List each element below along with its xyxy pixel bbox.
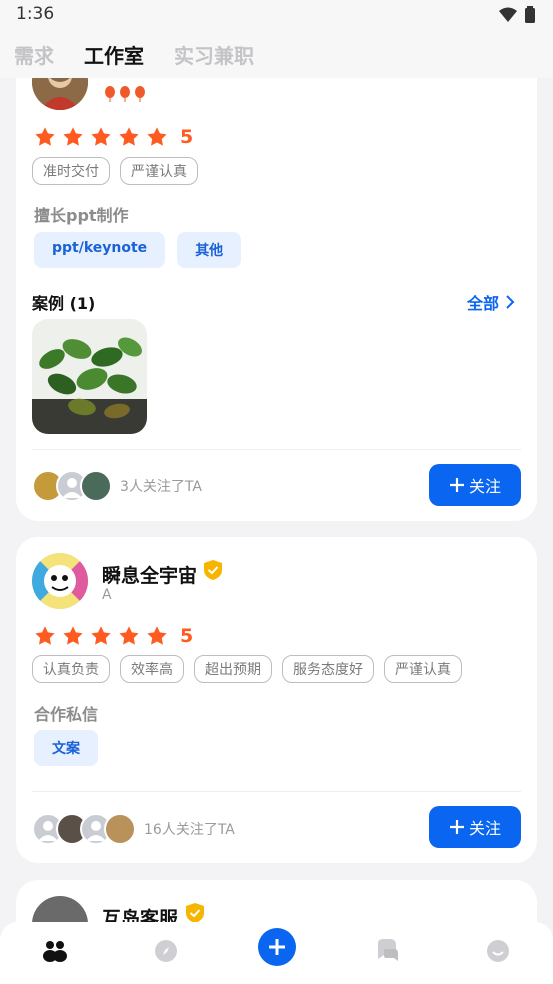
divider [32,791,521,792]
avatar[interactable] [32,553,88,609]
studio-subtitle: A [102,587,112,603]
people-icon [43,941,67,962]
cases-title: 案例 (1) [32,294,96,313]
rating-score: 5 [180,126,194,148]
case-thumbnail[interactable] [32,319,147,434]
chat-bubbles-icon [378,939,398,961]
tab-internship[interactable]: 实习兼职 [174,40,254,69]
tab-demand[interactable]: 需求 [14,40,54,69]
follow-label: 关注 [468,819,501,838]
rating-stars: 5 [34,126,193,148]
follow-label: 关注 [468,477,501,496]
verified-badge-icon [186,903,204,923]
skill-title: 合作私信 [34,705,99,724]
skill-chip[interactable]: ppt/keynote [34,232,166,268]
skill-list: 文案 [34,730,98,766]
follower-summary[interactable]: 3人关注了TA [32,470,202,502]
chevron-right-icon [506,295,515,309]
verified-badge-icon [204,560,222,580]
status-icons [499,6,535,23]
nav-profile[interactable] [483,936,513,966]
battery-icon [525,6,535,23]
balloon-icon [135,86,145,102]
all-cases-link[interactable]: 全部 [467,290,515,314]
bottom-nav [0,922,553,984]
follower-avatar [80,470,112,502]
star-icon [147,626,167,645]
tag: 效率高 [120,655,184,683]
status-time: 1:36 [16,4,55,24]
star-icon [91,626,111,645]
balloon-icons [104,86,146,102]
divider [32,449,521,450]
star-icon [119,127,139,146]
studio-card-2[interactable]: 瞬息全宇宙 A 5 认真负责 效率高 超出预期 服务态度好 严谨认真 合作私信 … [16,537,537,863]
rating-score: 5 [180,625,194,647]
all-cases-label: 全部 [466,294,499,313]
balloon-icon [105,86,115,102]
compass-icon [155,940,177,962]
follower-count: 3人关注了TA [120,479,202,495]
tag-list: 准时交付 严谨认真 [32,157,198,185]
top-tab-bar: 需求 工作室 实习兼职 [0,30,553,78]
studio-name[interactable]: 瞬息全宇宙 [102,561,197,588]
star-icon [119,626,139,645]
wifi-icon [499,7,517,22]
tab-studio[interactable]: 工作室 [84,40,144,69]
skill-title: 擅长ppt制作 [34,206,129,225]
star-icon [63,626,83,645]
follow-button[interactable]: 关注 [429,806,521,848]
skill-list: ppt/keynote 其他 [34,232,242,268]
smiley-icon [487,940,509,962]
star-icon [91,127,111,146]
balloon-icon [120,86,130,102]
follower-count: 16人关注了TA [144,822,235,838]
star-icon [35,127,55,146]
tag: 严谨认真 [384,655,462,683]
rating-stars: 5 [34,625,193,647]
tag: 严谨认真 [120,157,198,185]
star-icon [147,127,167,146]
nav-discover[interactable] [151,936,181,966]
plant-photo [32,319,147,434]
status-bar: 1:36 [0,0,553,30]
tag: 准时交付 [32,157,110,185]
plus-icon [269,939,285,955]
studio-card-1[interactable]: 5 准时交付 严谨认真 擅长ppt制作 ppt/keynote 其他 案例 (1… [16,40,537,521]
nav-add-button[interactable] [258,928,296,966]
star-icon [63,127,83,146]
nav-home[interactable] [40,936,70,966]
nav-messages[interactable] [372,936,402,966]
follow-button[interactable]: 关注 [429,464,521,506]
plus-icon [449,820,464,834]
tag: 认真负责 [32,655,110,683]
tag: 超出预期 [194,655,272,683]
tag: 服务态度好 [282,655,374,683]
tag-list: 认真负责 效率高 超出预期 服务态度好 严谨认真 [32,655,462,683]
skill-chip[interactable]: 其他 [177,232,242,268]
star-icon [35,626,55,645]
skill-chip[interactable]: 文案 [34,730,98,766]
plus-icon [449,478,464,492]
follower-avatar [104,813,136,845]
follower-summary[interactable]: 16人关注了TA [32,813,235,845]
